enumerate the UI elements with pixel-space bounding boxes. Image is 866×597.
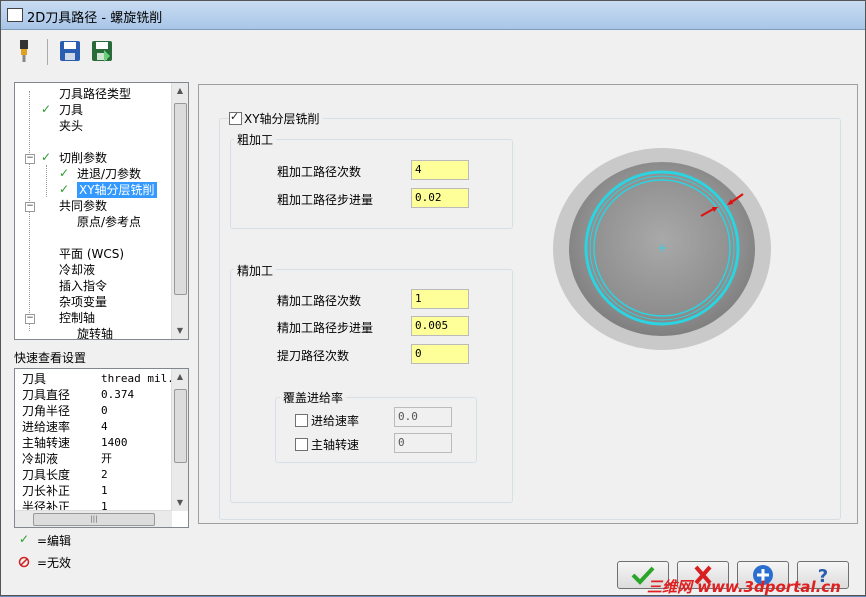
collapse-icon[interactable]: − [25,314,35,324]
tree-item-toolpath-type[interactable]: 刀具路径类型 [59,86,131,102]
tree-item-cut-params[interactable]: 切削参数 [59,150,107,166]
tree-item-axis-control[interactable]: 控制轴 [59,310,95,326]
scroll-thumb[interactable]: ||| [33,513,155,526]
tree-item-lead-in-out[interactable]: 进退/刀参数 [77,166,141,182]
title-bar: 2D刀具路径 - 螺旋铣削 [1,1,865,30]
window-title: 2D刀具路径 - 螺旋铣削 [27,11,163,26]
parameter-tree: 刀具路径类型 ✓ 刀具 夹头 − ✓ 切削参数 ✓ 进退/刀参数 ✓ XY轴分层… [14,82,189,340]
scroll-up-icon[interactable]: ▲ [172,369,188,385]
check-icon: ✓ [41,102,52,116]
scroll-down-icon[interactable]: ▼ [172,323,188,339]
tool-icon[interactable] [11,38,37,64]
qs-value: 4 [101,420,108,433]
tree-connector [46,165,47,197]
qs-value: 0 [101,404,108,417]
qs-key: 刀具长度 [22,468,71,482]
rough-passes-input[interactable]: 4 [411,160,469,180]
tree-item-misc-values[interactable]: 杂项变量 [59,294,107,310]
override-feed-checkbox[interactable] [295,414,308,427]
tree-item-rotary-axis[interactable]: 旋转轴 [77,326,113,339]
qs-key: 进给速率 [22,420,71,434]
rough-passes-label: 粗加工路径次数 [277,165,362,179]
override-spindle-label: 主轴转速 [311,438,360,452]
quick-settings-title: 快速查看设置 [14,351,87,365]
check-icon: ✓ [59,182,70,196]
check-icon: ✓ [41,150,52,164]
legend-disabled: =无效 [37,556,72,570]
save-icon[interactable] [57,38,83,64]
override-group-title: 覆盖进给率 [280,389,347,406]
tree-item-holder[interactable]: 夹头 [59,118,83,134]
scroll-up-icon[interactable]: ▲ [172,83,188,99]
watermark: 三维网 www.3dportal.cn [647,578,841,596]
qs-value: 开 [101,452,112,465]
scroll-thumb[interactable] [174,103,187,295]
qs-key: 冷却液 [22,452,59,466]
tree-item-plane[interactable]: 平面 (WCS) [59,246,124,262]
qs-value: thread mil.. [101,372,181,385]
tree-item-linking-params[interactable]: 共同参数 [59,198,107,214]
collapse-icon[interactable]: − [25,154,35,164]
rough-step-label: 粗加工路径步进量 [277,193,374,207]
tree-item-xy-stepover[interactable]: XY轴分层铣削 [77,182,157,198]
quick-settings-scrollbar[interactable]: ▲ ▼ [171,369,188,511]
override-feed-label: 进给速率 [311,414,360,428]
override-spindle-checkbox[interactable] [295,438,308,451]
lift-passes-input[interactable]: 0 [411,344,469,364]
save-as-icon[interactable] [89,38,115,64]
toolpath-preview [553,148,771,350]
lift-passes-label: 提刀路径次数 [277,349,350,363]
toolbar-separator [47,39,48,65]
disabled-icon [18,556,30,568]
scroll-down-icon[interactable]: ▼ [172,495,188,511]
finish-group [230,269,513,503]
qs-value: 1 [101,484,108,497]
legend-edit: =编辑 [37,534,72,548]
tree-scrollbar[interactable]: ▲ ▼ [171,83,188,339]
qs-key: 刀长补正 [22,484,71,498]
finish-passes-label: 精加工路径次数 [277,294,362,308]
finish-group-title: 精加工 [234,262,277,279]
tree-item-canned-text[interactable]: 插入指令 [59,278,107,294]
check-icon: ✓ [59,166,70,180]
tree-item-home-ref[interactable]: 原点/参考点 [77,214,141,230]
qs-value: 2 [101,468,108,481]
collapse-icon[interactable]: − [25,202,35,212]
tree-item-coolant[interactable]: 冷却液 [59,262,95,278]
xy-stepover-checkbox[interactable] [229,110,242,125]
override-spindle-input[interactable]: 0 [394,433,452,453]
qs-key: 刀角半径 [22,404,71,418]
quick-settings-hscrollbar[interactable]: ||| [15,510,172,527]
qs-value: 0.374 [101,388,135,401]
qs-key: 主轴转速 [22,436,71,450]
rough-group [230,139,513,229]
window-icon [7,8,23,22]
qs-key: 刀具 [22,372,47,386]
rough-group-title: 粗加工 [234,131,277,148]
scroll-thumb[interactable] [174,389,187,463]
finish-step-label: 精加工路径步进量 [277,321,374,335]
dialog-window: 2D刀具路径 - 螺旋铣削 刀具路径类型 ✓ 刀具 夹头 − ✓ 切削参数 ✓ … [0,0,866,596]
toolbar [9,35,129,69]
check-icon: ✓ [19,532,30,546]
finish-step-input[interactable]: 0.005 [411,316,469,336]
rough-step-input[interactable]: 0.02 [411,188,469,208]
qs-key: 刀具直径 [22,388,71,402]
qs-value: 1400 [101,436,128,449]
quick-settings-list: 刀具 thread mil.. 刀具直径 0.374 刀角半径 0 进给速率 4… [14,368,189,528]
override-feed-input[interactable]: 0.0 [394,407,452,427]
xy-stepover-label: XY轴分层铣削 [244,110,323,127]
finish-passes-input[interactable]: 1 [411,289,469,309]
tree-item-tool[interactable]: 刀具 [59,102,83,118]
